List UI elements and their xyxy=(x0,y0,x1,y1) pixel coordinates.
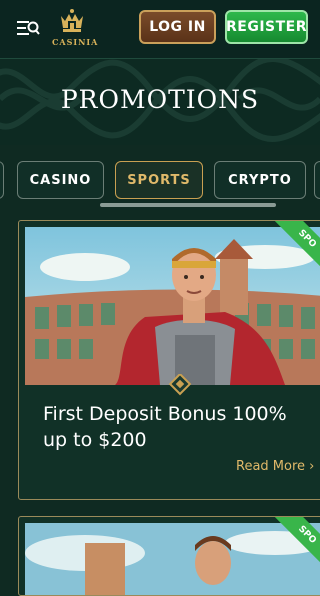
tab-crypto[interactable]: CRYPTO xyxy=(214,161,306,199)
chevron-right-icon: › xyxy=(309,459,315,474)
promotions-banner: PROMOTIONS xyxy=(0,59,320,145)
tab-partial-right[interactable] xyxy=(314,161,320,199)
promo-image-warrior xyxy=(25,523,320,595)
logo-text: CASINIA xyxy=(52,37,99,47)
promo-title: First Deposit Bonus 100% up to $200 xyxy=(43,403,287,451)
promo-image-gladiator xyxy=(25,227,320,385)
crown-castle-icon xyxy=(61,9,83,32)
tab-casino[interactable]: CASINO xyxy=(17,161,104,199)
tab-partial-left[interactable] xyxy=(0,161,4,199)
login-button[interactable]: LOG IN xyxy=(139,10,216,44)
tab-sports[interactable]: SPORTS xyxy=(115,161,203,199)
tabs-scrollbar[interactable] xyxy=(100,203,276,207)
register-button[interactable]: REGISTER xyxy=(225,10,308,44)
diamond-ornament-icon xyxy=(168,374,192,396)
page-title: PROMOTIONS xyxy=(60,85,260,114)
promo-card-2[interactable]: SPO xyxy=(18,516,320,596)
top-bar: CASINIA LOG IN REGISTER xyxy=(0,0,320,59)
read-more-label: Read More xyxy=(236,459,306,474)
menu-search-icon[interactable] xyxy=(16,16,40,40)
promo-card[interactable]: SPO First Deposit Bonus 100% up to $200 … xyxy=(18,220,320,500)
casinia-logo[interactable]: CASINIA xyxy=(52,6,99,54)
read-more-link[interactable]: Read More › xyxy=(236,459,314,474)
category-tabs: CASINO SPORTS CRYPTO xyxy=(0,157,320,207)
